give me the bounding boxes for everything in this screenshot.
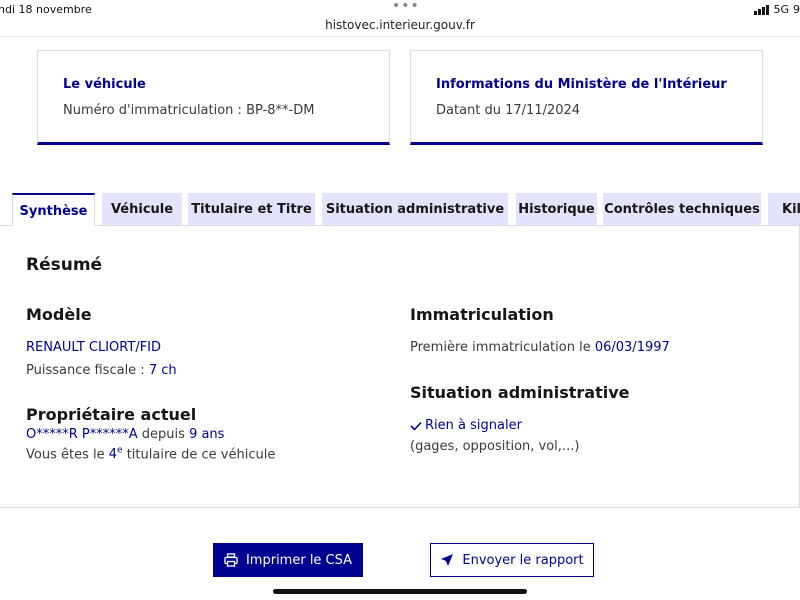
browser-menu-dots-icon[interactable]: ••• (392, 0, 420, 14)
admin-status-text: Rien à signaler (425, 418, 522, 433)
ministry-card: Informations du Ministère de l'Intérieur… (410, 50, 763, 145)
ministry-card-title: Informations du Ministère de l'Intérieur (436, 77, 727, 92)
owner-since-word: depuis (141, 427, 185, 442)
status-extra: 9 (793, 3, 800, 16)
status-date: ndi 18 novembre (0, 3, 92, 16)
tab-titulaire-titre[interactable]: Titulaire et Titre (188, 193, 315, 226)
owner-rank-number: 4e (108, 446, 123, 463)
send-icon (441, 554, 454, 566)
owner-rank-suffix: titulaire de ce véhicule (126, 447, 276, 463)
print-csa-button[interactable]: Imprimer le CSA (213, 543, 363, 577)
tab-situation-administrative[interactable]: Situation administrative (322, 193, 508, 226)
tab-controles-techniques[interactable]: Contrôles techniques (603, 193, 761, 226)
checkmark-icon (410, 421, 422, 431)
tab-kilometrage[interactable]: Kilo (768, 193, 800, 226)
admin-status: Rien à signaler (410, 418, 522, 433)
print-csa-label: Imprimer le CSA (245, 552, 353, 568)
model-heading: Modèle (26, 305, 92, 324)
fiscal-power-value: 7 ch (148, 363, 177, 378)
tab-synthese[interactable]: Synthèse (12, 193, 95, 226)
tab-vehicule[interactable]: Véhicule (102, 193, 182, 226)
owner-name: O*****R P******A (26, 427, 138, 442)
owner-since-value: 9 ans (189, 427, 225, 442)
send-report-label: Envoyer le rapport (462, 552, 584, 568)
address-bar[interactable]: histovec.interieur.gouv.fr (0, 18, 800, 32)
fiscal-power-label: Puissance fiscale : (26, 363, 145, 378)
registration-number: Numéro d'immatriculation : BP-8**-DM (63, 103, 315, 118)
summary-heading: Résumé (26, 255, 103, 275)
fiscal-power: Puissance fiscale : 7 ch (26, 363, 177, 378)
owner-rank: Vous êtes le 4e titulaire de ce véhicule (26, 446, 275, 462)
tab-bar: Synthèse Véhicule Titulaire et Titre Sit… (12, 193, 800, 226)
vehicle-card-title: Le véhicule (63, 77, 146, 92)
vehicle-card: Le véhicule Numéro d'immatriculation : B… (37, 50, 390, 145)
cellular-signal-icon (754, 4, 770, 15)
first-registration: Première immatriculation le 06/03/1997 (410, 340, 670, 355)
owner-rank-prefix: Vous êtes le (26, 447, 105, 463)
owner-heading: Propriétaire actuel (26, 405, 197, 424)
admin-status-detail: (gages, opposition, vol,...) (410, 439, 580, 454)
owner-line: O*****R P******A depuis 9 ans (26, 427, 224, 442)
status-indicators: 5G 9 (754, 3, 800, 16)
network-type: 5G (773, 3, 789, 16)
send-report-button[interactable]: Envoyer le rapport (430, 543, 594, 577)
printer-icon (224, 553, 238, 567)
first-registration-date: 06/03/1997 (594, 340, 670, 355)
first-registration-label: Première immatriculation le (410, 340, 591, 355)
toolbar-divider (0, 36, 800, 37)
registration-heading: Immatriculation (410, 305, 554, 324)
home-indicator[interactable] (273, 589, 527, 594)
tab-historique[interactable]: Historique (516, 193, 597, 226)
admin-situation-heading: Situation administrative (410, 383, 630, 402)
model-name: RENAULT CLIORT/FID (26, 340, 162, 355)
data-date: Datant du 17/11/2024 (436, 103, 581, 118)
status-bar: ndi 18 novembre ••• 5G 9 (0, 0, 800, 18)
